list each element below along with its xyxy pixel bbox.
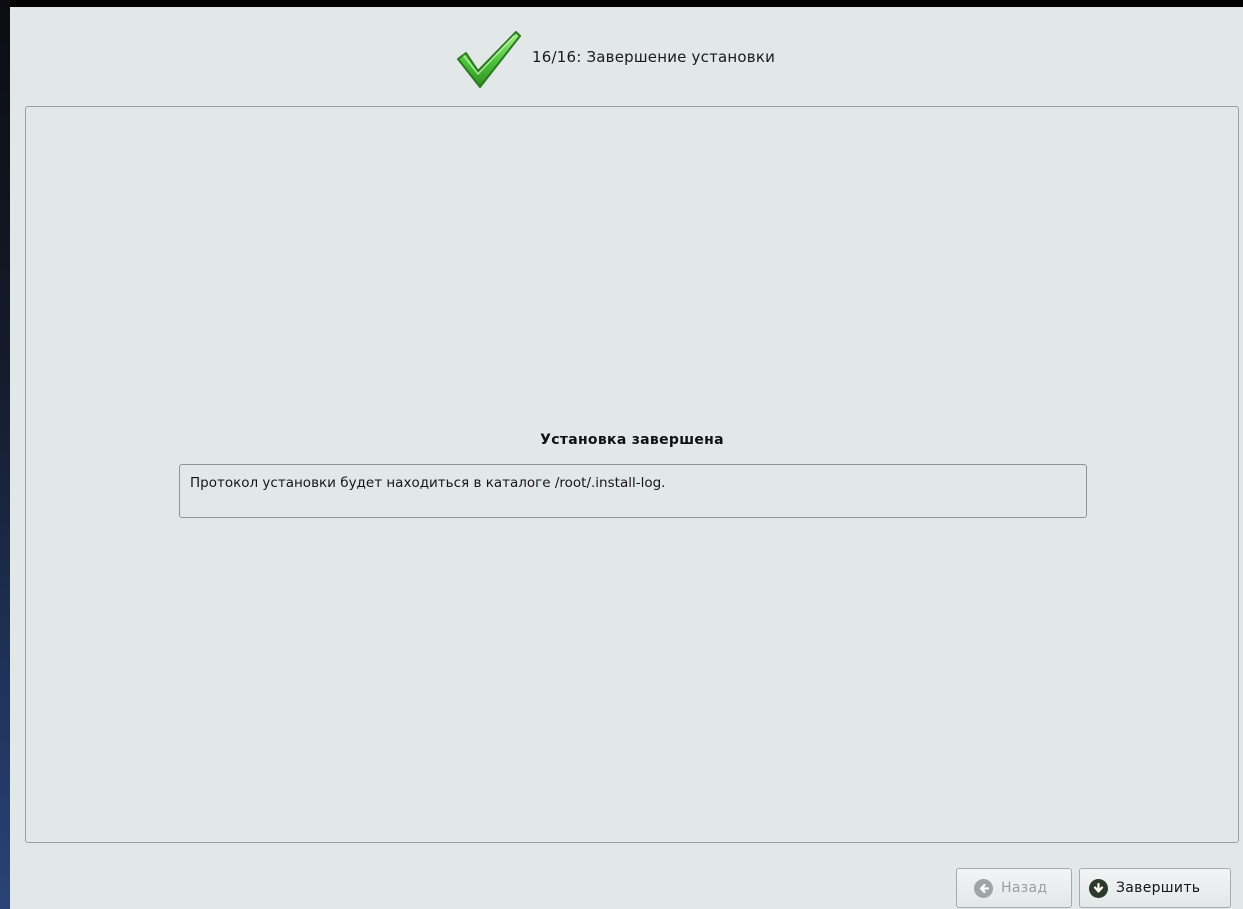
desktop-background (0, 0, 10, 909)
log-location-text: Протокол установки будет находиться в ка… (190, 475, 666, 491)
back-button-label: Назад (1001, 880, 1048, 896)
check-icon (457, 31, 521, 88)
step-title: 16/16: Завершение установки (532, 48, 776, 66)
finish-button-label: Завершить (1116, 880, 1201, 896)
installer-window: 16/16: Завершение установки Установка за… (10, 7, 1243, 909)
back-button[interactable]: Назад (956, 868, 1072, 908)
arrow-left-circle-icon (974, 878, 993, 898)
step-header-content: 16/16: Завершение установки (456, 29, 775, 89)
log-location-message: Протокол установки будет находиться в ка… (179, 464, 1087, 518)
content-panel: Установка завершена Протокол установки б… (25, 106, 1239, 843)
arrow-down-circle-icon (1089, 878, 1108, 898)
finish-button[interactable]: Завершить (1079, 868, 1231, 908)
step-header: 16/16: Завершение установки (10, 7, 1243, 97)
completion-heading: Установка завершена (540, 432, 724, 448)
